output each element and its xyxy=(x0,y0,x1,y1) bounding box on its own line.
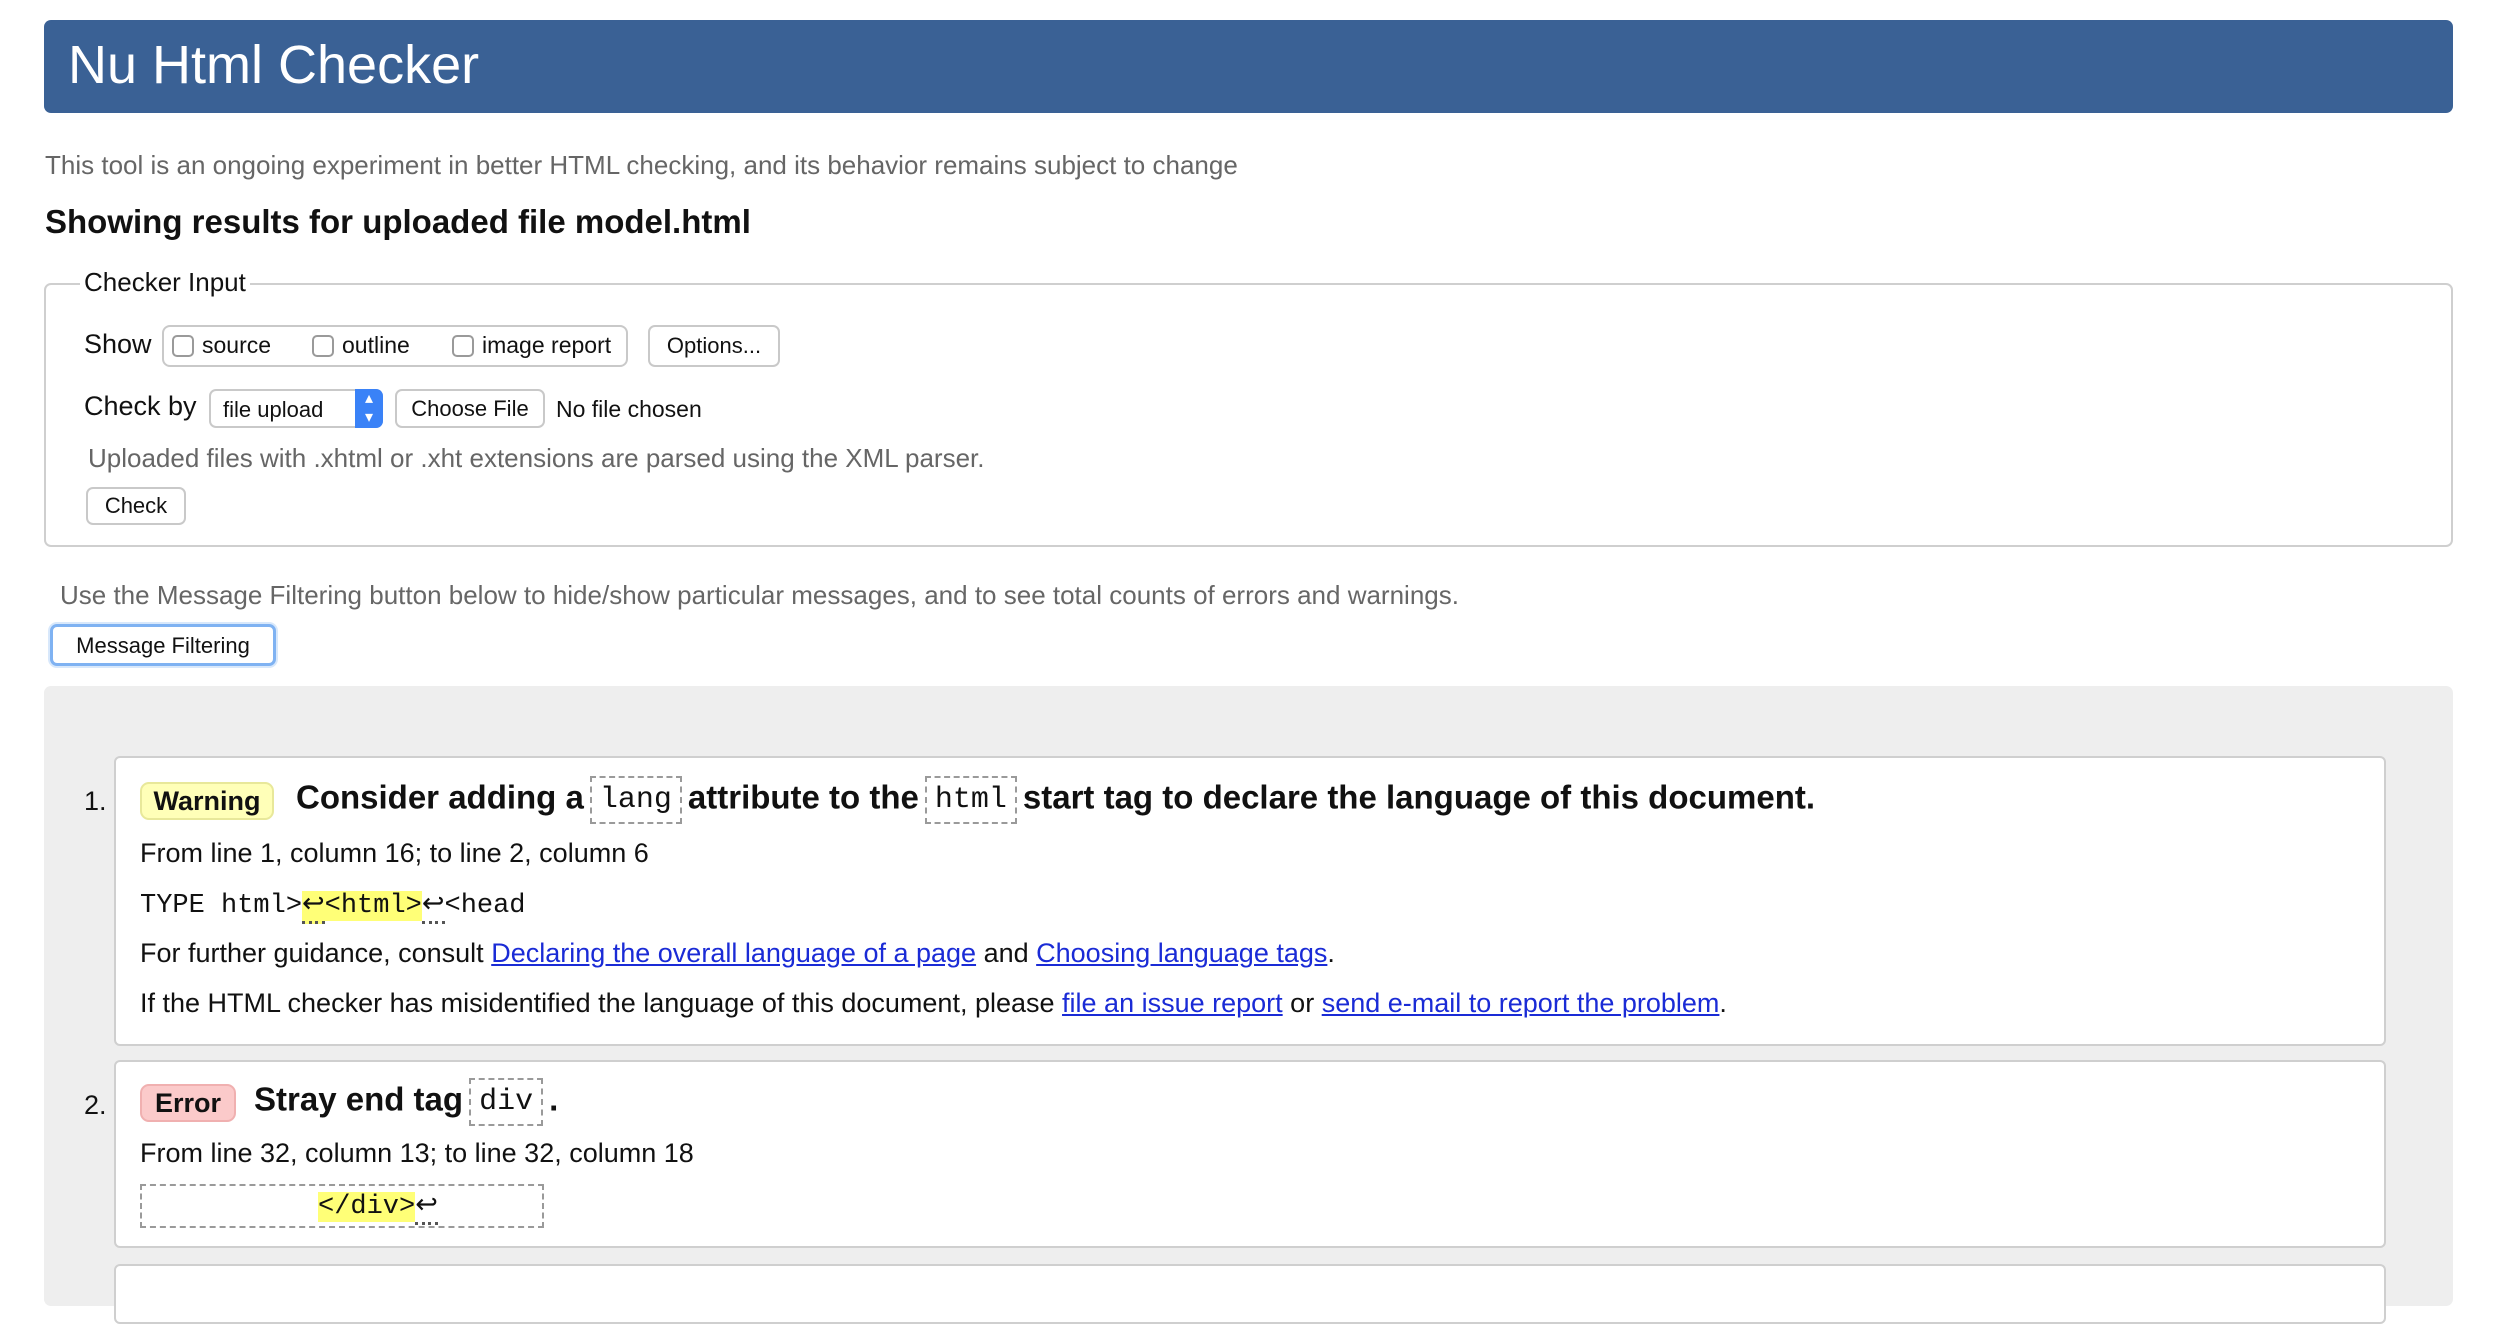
source-checkbox[interactable] xyxy=(172,335,194,357)
source-extract: TYPE html>↩<html>↩<head xyxy=(140,888,526,924)
message-item-partial xyxy=(114,1264,2386,1324)
guidance-line: For further guidance, consult Declaring … xyxy=(140,938,1335,969)
choose-file-button[interactable]: Choose File xyxy=(395,389,545,428)
check-by-select[interactable]: file upload ▴ ▾ xyxy=(209,389,383,428)
misidentified-mid: or xyxy=(1290,988,1315,1018)
filter-hint: Use the Message Filtering button below t… xyxy=(60,580,1459,610)
return-icon: ↩ xyxy=(415,1192,438,1225)
tagline: This tool is an ongoing experiment in be… xyxy=(45,150,1238,180)
message-location: From line 1, column 16; to line 2, colum… xyxy=(140,838,649,868)
error-badge: Error xyxy=(140,1084,236,1122)
source-extract: </div>↩ xyxy=(140,1184,544,1228)
guidance-suffix: . xyxy=(1327,938,1335,968)
outline-checkbox[interactable] xyxy=(312,335,334,357)
message-item-warning: Warning Consider adding a lang attribute t… xyxy=(114,756,2386,1046)
declaring-language-link[interactable]: Declaring the overall language of a page xyxy=(491,938,976,968)
choosing-language-tags-link[interactable]: Choosing language tags xyxy=(1036,938,1327,968)
outline-checkbox-label[interactable]: outline xyxy=(342,332,410,359)
message-location: From line 32, column 13; to line 32, col… xyxy=(140,1138,694,1168)
misidentified-suffix: . xyxy=(1719,988,1727,1018)
extract-highlight: </div> xyxy=(318,1192,416,1222)
misidentified-line: If the HTML checker has misidentified th… xyxy=(140,988,1727,1019)
code-html: html xyxy=(924,776,1017,824)
guidance-prefix: For further guidance, consult xyxy=(140,938,484,968)
message-title: Consider adding a lang attribute to the htm… xyxy=(296,776,1815,824)
show-label: Show xyxy=(84,329,152,359)
message-filtering-button[interactable]: Message Filtering xyxy=(50,624,276,666)
show-options-group: source outline image report xyxy=(162,325,628,367)
check-by-selected-value: file upload xyxy=(223,397,324,422)
code-lang: lang xyxy=(589,776,682,824)
check-by-label: Check by xyxy=(84,391,197,421)
guidance-mid: and xyxy=(983,938,1029,968)
code-div: div xyxy=(469,1078,544,1126)
results-area: 1. Warning Consider adding a lang attribut… xyxy=(44,686,2453,1324)
return-icon: ↩ xyxy=(421,891,445,924)
app-title: Nu Html Checker xyxy=(68,35,480,95)
title-text: . xyxy=(549,1080,559,1118)
misidentified-prefix: If the HTML checker has misidentified th… xyxy=(140,988,1055,1018)
image-report-checkbox-label[interactable]: image report xyxy=(482,332,611,359)
warning-badge: Warning xyxy=(140,782,274,820)
select-updown-icon: ▴ ▾ xyxy=(355,389,383,428)
extract-after: <head xyxy=(444,891,526,921)
checker-input-fieldset: Checker Input Show source outline image … xyxy=(44,267,2453,547)
message-number: 1. xyxy=(84,786,107,816)
title-text: attribute to the xyxy=(687,778,919,816)
extract-content: </div>↩ xyxy=(318,1189,438,1225)
no-file-text: No file chosen xyxy=(556,396,702,422)
image-report-checkbox[interactable] xyxy=(452,335,474,357)
title-text: Stray end tag xyxy=(254,1080,464,1118)
message-item-error: Error Stray end tag div. From line 32, co… xyxy=(114,1060,2386,1248)
message-title: Stray end tag div. xyxy=(254,1078,558,1126)
parser-note: Uploaded files with .xhtml or .xht exten… xyxy=(88,443,985,473)
message-filtering-label: Message Filtering xyxy=(76,633,250,658)
options-button[interactable]: Options... xyxy=(648,325,780,367)
check-button[interactable]: Check xyxy=(86,487,186,525)
header-banner: Nu Html Checker xyxy=(44,20,2453,113)
extract-before: TYPE html> xyxy=(140,891,303,921)
title-text: Consider adding a xyxy=(296,778,584,816)
results-heading: Showing results for uploaded file model.… xyxy=(45,203,751,240)
return-icon: ↩ xyxy=(302,891,325,924)
fieldset-legend: Checker Input xyxy=(80,267,250,298)
send-email-link[interactable]: send e-mail to report the problem xyxy=(1322,988,1720,1018)
page: Nu Html Checker This tool is an ongoing … xyxy=(0,0,2502,1324)
title-text: start tag to declare the language of thi… xyxy=(1022,778,1816,816)
source-checkbox-label[interactable]: source xyxy=(202,332,271,359)
message-number: 2. xyxy=(84,1090,107,1120)
file-issue-report-link[interactable]: file an issue report xyxy=(1062,988,1283,1018)
extract-highlight: <html> xyxy=(324,891,422,921)
